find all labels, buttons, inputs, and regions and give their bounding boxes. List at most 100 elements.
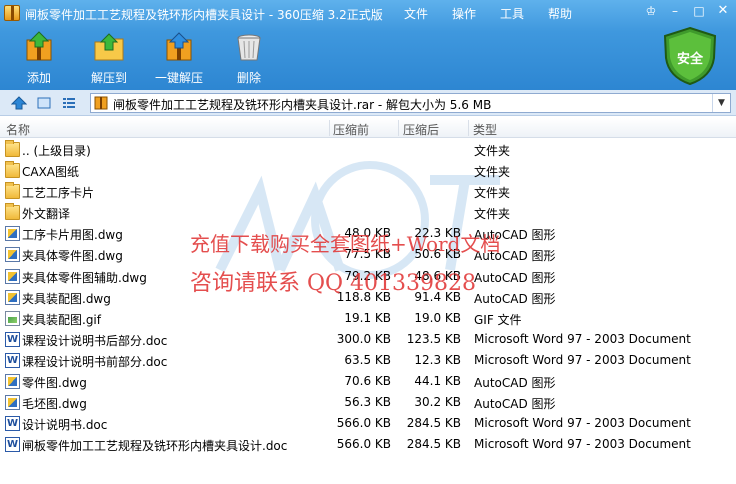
maximize-button[interactable]: □ (690, 3, 708, 19)
archive-icon (94, 96, 108, 110)
dwg-file-icon (5, 226, 20, 242)
address-bar: 闸板零件加工工艺规程及铣环形内槽夹具设计.rar - 解包大小为 5.6 MB … (0, 90, 736, 116)
file-size-after: 30.2 KB (414, 395, 461, 410)
dwg-file-icon (5, 289, 20, 305)
file-name: 工艺工序卡片 (22, 186, 95, 201)
folder-icon (5, 140, 20, 157)
file-name: 设计说明书.doc (22, 418, 108, 433)
add-button[interactable]: 添加 (4, 30, 74, 86)
file-row[interactable]: 设计说明书.doc 566.0 KB 284.5 KB Microsoft Word … (0, 413, 736, 434)
close-button[interactable]: ✕ (714, 3, 732, 19)
thumbnail-view-icon[interactable] (36, 95, 52, 111)
extract-to-label: 解压到 (90, 71, 127, 85)
dwg-file-icon (5, 268, 20, 284)
file-row[interactable]: .. (上级目录) 文件夹 (0, 139, 736, 160)
file-name: .. (上级目录) (22, 144, 91, 158)
file-row[interactable]: 毛坯图.dwg 56.3 KB 30.2 KB AutoCAD 图形 (0, 392, 736, 413)
file-name: 夹具体零件图.dwg (22, 249, 123, 264)
doc-file-icon (5, 352, 20, 368)
file-type: Microsoft Word 97 - 2003 Document (474, 416, 691, 431)
column-header: 名称 压缩前 压缩后 类型 (0, 118, 736, 138)
file-row[interactable]: 课程设计说明书后部分.doc 300.0 KB 123.5 KB Microsoft … (0, 329, 736, 350)
file-type: AutoCAD 图形 (474, 376, 556, 391)
file-type: AutoCAD 图形 (474, 291, 556, 306)
app-zip-icon (4, 5, 20, 21)
skin-icon[interactable]: ♔ (642, 3, 660, 19)
column-type[interactable]: 类型 (473, 121, 497, 138)
delete-label: 删除 (236, 71, 261, 85)
file-name: 闸板零件加工工艺规程及铣环形内槽夹具设计.doc (22, 439, 288, 454)
column-divider[interactable] (468, 120, 469, 136)
file-type: GIF 文件 (474, 312, 522, 327)
file-list: .. (上级目录) 文件夹 CAXA图纸 文件夹 工艺工序卡片 文件夹 外文翻译 文件夹 工序卡… (0, 139, 736, 455)
folder-icon (5, 161, 20, 179)
file-type: 文件夹 (474, 207, 511, 222)
file-row[interactable]: 零件图.dwg 70.6 KB 44.1 KB AutoCAD 图形 (0, 371, 736, 392)
file-name: 外文翻译 (22, 207, 71, 222)
file-name: 夹具装配图.gif (22, 312, 101, 327)
file-name: 夹具装配图.dwg (22, 291, 111, 306)
menu-help[interactable]: 帮助 (548, 5, 572, 22)
one-click-extract-button[interactable]: 一键解压 (144, 30, 214, 86)
window-controls: ♔ – □ ✕ (642, 3, 732, 19)
file-type: AutoCAD 图形 (474, 397, 556, 412)
add-archive-icon (26, 31, 52, 61)
column-name[interactable]: 名称 (6, 121, 30, 138)
column-divider[interactable] (329, 120, 330, 136)
menu-tools[interactable]: 工具 (500, 5, 524, 22)
extract-folder-icon (94, 33, 124, 61)
file-name: 课程设计说明书前部分.doc (22, 354, 168, 369)
address-path: 闸板零件加工工艺规程及铣环形内槽夹具设计.rar - 解包大小为 5.6 MB (113, 98, 492, 112)
file-type: Microsoft Word 97 - 2003 Document (474, 331, 691, 346)
file-size-after: 12.3 KB (414, 352, 461, 367)
doc-file-icon (5, 331, 20, 347)
title-toolbar-area: 闸板零件加工工艺规程及铣环形内槽夹具设计 - 360压缩 3.2正式版 文件 操… (0, 0, 736, 90)
gif-file-icon (5, 310, 20, 326)
delete-button[interactable]: 删除 (214, 30, 284, 86)
file-size-before: 566.0 KB (336, 416, 391, 431)
menu-operation[interactable]: 操作 (452, 5, 476, 22)
file-name: 零件图.dwg (22, 376, 87, 391)
dwg-file-icon (5, 395, 20, 411)
file-row[interactable]: 工艺工序卡片 文件夹 (0, 181, 736, 202)
security-shield-button[interactable]: 安全 (660, 26, 720, 86)
file-size-before: 566.0 KB (336, 437, 391, 452)
add-label: 添加 (26, 71, 51, 85)
column-original[interactable]: 压缩后 (403, 121, 439, 138)
folder-icon (5, 203, 20, 221)
address-field[interactable]: 闸板零件加工工艺规程及铣环形内槽夹具设计.rar - 解包大小为 5.6 MB … (90, 93, 731, 113)
one-click-extract-label: 一键解压 (154, 71, 203, 85)
file-size-after: 44.1 KB (414, 374, 461, 389)
file-row[interactable]: 夹具装配图.gif 19.1 KB 19.0 KB GIF 文件 (0, 308, 736, 329)
file-row[interactable]: 课程设计说明书前部分.doc 63.5 KB 12.3 KB Microsoft Wo… (0, 350, 736, 371)
minimize-button[interactable]: – (666, 3, 684, 19)
doc-file-icon (5, 437, 20, 453)
folder-icon (5, 182, 20, 200)
file-type: Microsoft Word 97 - 2003 Document (474, 352, 691, 367)
file-name: 夹具体零件图辅助.dwg (22, 270, 147, 285)
window-title: 闸板零件加工工艺规程及铣环形内槽夹具设计 - 360压缩 3.2正式版 (25, 8, 383, 22)
up-arrow-icon[interactable] (11, 95, 27, 111)
file-size-after: 19.0 KB (414, 310, 461, 325)
menu-file[interactable]: 文件 (404, 5, 428, 22)
trash-icon (237, 34, 261, 61)
file-name: 课程设计说明书后部分.doc (22, 333, 168, 348)
extract-to-button[interactable]: 解压到 (74, 30, 144, 86)
column-compressed[interactable]: 压缩前 (333, 121, 369, 138)
file-size-after: 284.5 KB (406, 416, 461, 431)
list-view-icon[interactable] (61, 95, 77, 111)
file-type: AutoCAD 图形 (474, 270, 556, 285)
column-divider[interactable] (398, 120, 399, 136)
watermark-line-1: 充值下载购买全套图纸+Word文档 (190, 232, 501, 256)
menu-bar: 文件 操作 工具 帮助 (404, 5, 596, 22)
file-name: CAXA图纸 (22, 165, 80, 180)
dwg-file-icon (5, 374, 20, 390)
file-size-before: 19.1 KB (344, 310, 391, 325)
file-type: Microsoft Word 97 - 2003 Document (474, 437, 691, 452)
file-row[interactable]: CAXA图纸 文件夹 (0, 160, 736, 181)
doc-file-icon (5, 416, 20, 432)
file-row[interactable]: 外文翻译 文件夹 (0, 202, 736, 223)
file-size-before: 63.5 KB (344, 352, 391, 367)
file-row[interactable]: 闸板零件加工工艺规程及铣环形内槽夹具设计.doc 566.0 KB 284.5 KB… (0, 434, 736, 455)
chevron-down-icon[interactable]: ▼ (712, 94, 730, 112)
